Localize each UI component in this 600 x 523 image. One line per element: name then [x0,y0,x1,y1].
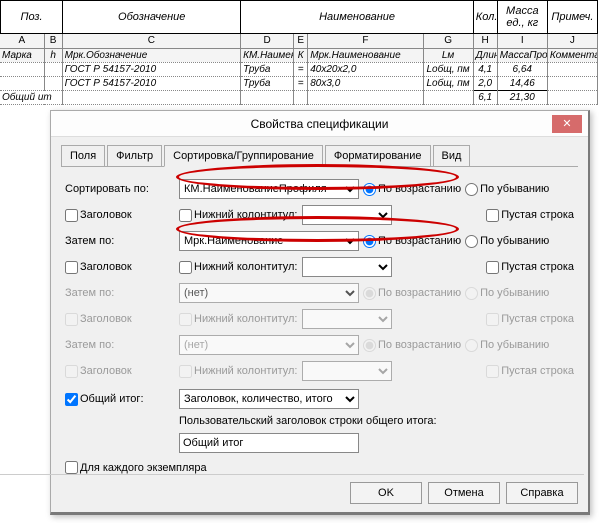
col-name: Наименование [241,1,473,34]
sort1-desc-radio[interactable] [465,183,478,196]
tab-format[interactable]: Форматирование [325,145,431,167]
tab-sort[interactable]: Сортировка/Группирование [164,145,323,167]
schedule-properties-dialog: Свойства спецификации ✕ Поля Фильтр Сорт… [50,110,590,515]
sort-by-label: Сортировать по: [65,183,175,195]
sort3-desc-radio [465,287,478,300]
sort1-asc-radio[interactable] [363,183,376,196]
sort2-header-check[interactable] [65,261,78,274]
tab-filter[interactable]: Фильтр [107,145,162,167]
dialog-title: Свойства спецификации [251,117,389,131]
ok-button[interactable]: OK [350,482,422,504]
total-row: Общий ит 6,1 21,30 [0,91,598,105]
sort4-header-check [65,365,78,378]
each-instance-check[interactable] [65,461,78,474]
sort2-footer-check[interactable] [179,261,192,274]
sort3-blank-check [486,313,499,326]
sort4-footer-select [302,361,392,381]
table-row[interactable]: ГОСТ Р 54157-2010 Труба = 40x20x2,0 Lобщ… [0,63,598,77]
dialog-buttons: OK Отмена Справка [350,482,578,504]
sort1-blank-check[interactable] [486,209,499,222]
col-pos: Поз. [1,1,63,34]
sort1-header-check[interactable] [65,209,78,222]
sort4-desc-radio [465,339,478,352]
table-row[interactable]: ГОСТ Р 54157-2010 Труба = 80x3,0 Lобщ, п… [0,77,598,91]
sort4-asc-radio [363,339,376,352]
col-desig: Обозначение [63,1,241,34]
sort2-blank-check[interactable] [486,261,499,274]
gt-custom-label: Пользовательский заголовок строки общего… [179,415,437,427]
sort2-asc-radio[interactable] [363,235,376,248]
column-letters-row: ABCDEFGHIJ [0,34,598,49]
sort2-footer-select[interactable] [302,257,392,277]
sort2-select[interactable]: Мрк.Наименование [179,231,359,251]
sort1-footer-check[interactable] [179,209,192,222]
sort1-footer-select[interactable] [302,205,392,225]
sort4-footer-check [179,365,192,378]
sort3-footer-select [302,309,392,329]
tab-view[interactable]: Вид [433,145,471,167]
sort3-label: Затем по: [65,287,175,299]
sort2-label: Затем по: [65,235,175,247]
help-button[interactable]: Справка [506,482,578,504]
grand-total-mode-select[interactable]: Заголовок, количество, итого [179,389,359,409]
sort3-header-check [65,313,78,326]
sort4-select: (нет) [179,335,359,355]
grand-total-check[interactable] [65,393,78,406]
grand-total-title-input[interactable] [179,433,359,453]
subheader-row: Марка h Мрк.Обозначение КМ.Наименов К Мр… [0,49,598,63]
sort4-blank-check [486,365,499,378]
schedule-data-table: Марка h Мрк.Обозначение КМ.Наименов К Мр… [0,49,598,106]
sort3-asc-radio [363,287,376,300]
sort3-select[interactable]: (нет) [179,283,359,303]
cancel-button[interactable]: Отмена [428,482,500,504]
close-button[interactable]: ✕ [552,115,582,133]
tab-fields[interactable]: Поля [61,145,105,167]
sort3-footer-check [179,313,192,326]
sort1-select[interactable]: КМ.НаименованиеПрофиля [179,179,359,199]
schedule-header-table: Поз. Обозначение Наименование Кол. Масса… [0,0,598,34]
sort2-desc-radio[interactable] [465,235,478,248]
tabs: Поля Фильтр Сортировка/Группирование Фор… [61,145,578,167]
col-qty: Кол. [473,1,497,34]
col-mass: Масса ед., кг [497,1,547,34]
sort4-label: Затем по: [65,339,175,351]
col-note: Примеч. [547,1,597,34]
dialog-titlebar[interactable]: Свойства спецификации ✕ [51,111,588,137]
